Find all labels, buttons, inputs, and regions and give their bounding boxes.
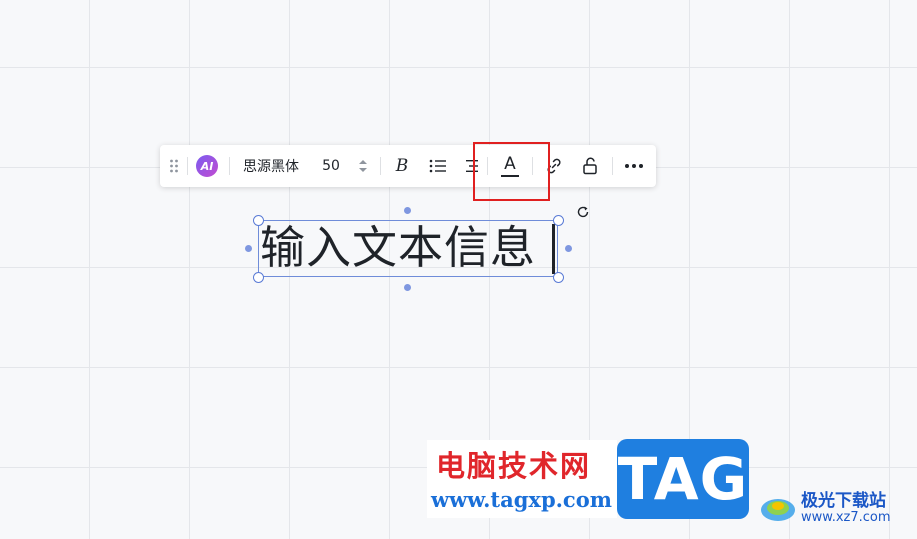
bullet-list-icon[interactable] [426, 145, 450, 187]
connector-dot-right[interactable] [565, 245, 572, 252]
watermark-right-logo-icon [758, 488, 798, 528]
unlock-icon[interactable] [578, 145, 602, 187]
watermark-right-name: 极光下载站 [801, 491, 886, 511]
drag-handle-icon[interactable] [166, 145, 182, 187]
up-down-stepper-icon[interactable] [356, 145, 370, 187]
watermark-site-name: 电脑技术网 [436, 449, 592, 483]
watermark-site-url: www.tagxp.com [431, 487, 612, 512]
ai-button[interactable]: AI [195, 145, 219, 187]
text-formatting-toolbar: AI 思源黑体 50 B A [160, 145, 656, 187]
resize-handle-top-right[interactable] [553, 215, 564, 226]
resize-handle-top-left[interactable] [253, 215, 264, 226]
connector-dot-left[interactable] [245, 245, 252, 252]
connector-dot-bottom[interactable] [404, 284, 411, 291]
text-cursor [552, 224, 555, 274]
connector-dot-top[interactable] [404, 207, 411, 214]
bold-button[interactable]: B [390, 145, 414, 187]
ai-icon: AI [196, 155, 218, 177]
font-family-select[interactable]: 思源黑体 [238, 145, 304, 187]
font-size-input[interactable]: 50 [318, 145, 344, 187]
bold-icon: B [395, 156, 409, 176]
text-content[interactable]: 输入文本信息 [260, 218, 536, 278]
rotate-icon[interactable] [575, 204, 591, 220]
watermark-right-url: www.xz7.com [801, 510, 891, 525]
resize-handle-bottom-left[interactable] [253, 272, 264, 283]
watermark-tag-logo: TAG [617, 439, 749, 519]
resize-handle-bottom-right[interactable] [553, 272, 564, 283]
more-icon[interactable] [622, 145, 646, 187]
highlight-box [473, 142, 550, 201]
